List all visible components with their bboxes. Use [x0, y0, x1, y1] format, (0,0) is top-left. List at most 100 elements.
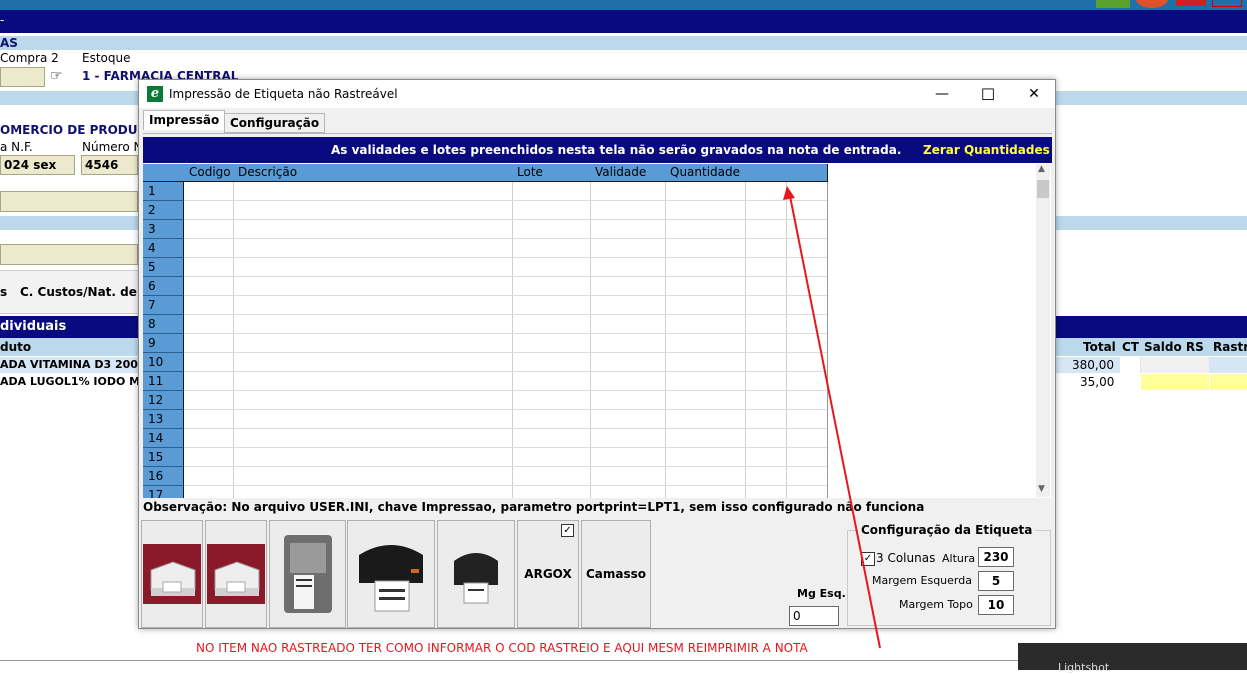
- section-band-1: AS: [0, 36, 1247, 50]
- col-lote: Lote: [512, 164, 591, 182]
- wide-field-1[interactable]: [0, 191, 138, 212]
- ct-cell[interactable]: [1120, 357, 1140, 373]
- grid-row-line: [184, 219, 827, 220]
- produto-cell: ADA LUGOL1% IODO MET: [0, 375, 156, 388]
- date-field[interactable]: 024 sex: [0, 155, 75, 175]
- app-top-strip: [0, 0, 1247, 10]
- row-number[interactable]: 16: [143, 467, 184, 486]
- scroll-up-icon[interactable]: ▲: [1038, 164, 1045, 174]
- black-printer-small-button[interactable]: [437, 520, 515, 628]
- orange-circle-icon[interactable]: [1136, 0, 1168, 8]
- saldo-cell[interactable]: [1141, 357, 1209, 373]
- nf-label: a N.F.: [0, 140, 33, 154]
- lightshot-label: Lightshot: [1058, 661, 1110, 674]
- col-extra-2: [786, 164, 828, 182]
- row-number[interactable]: 12: [143, 391, 184, 410]
- labels-grid: Codigo Descrição Lote Validade Quantidad…: [143, 163, 1051, 498]
- grid-line: [786, 182, 787, 498]
- row-number[interactable]: 1: [143, 182, 184, 201]
- grid-row-line: [184, 466, 827, 467]
- red-flags-icon[interactable]: [1176, 0, 1206, 6]
- lightshot-notification[interactable]: Lightshot: [1018, 643, 1247, 674]
- col-validade: Validade: [590, 164, 666, 182]
- close-button[interactable]: ✕: [1011, 80, 1057, 108]
- col-descricao: Descrição: [233, 164, 513, 182]
- tab-prefix[interactable]: s: [0, 285, 7, 299]
- margem-esquerda-label: Margem Esquerda: [872, 574, 972, 587]
- row-number[interactable]: 10: [143, 353, 184, 372]
- zebra-printer-button-2[interactable]: [205, 520, 267, 628]
- tab-custos[interactable]: C. Custos/Nat. de: [20, 285, 137, 299]
- black-label-printer-icon: [454, 553, 498, 604]
- cart-icon[interactable]: [1212, 0, 1242, 7]
- zebra-printer-button-1[interactable]: [141, 520, 203, 628]
- grid-row-line: [184, 257, 827, 258]
- industrial-printer-button[interactable]: [269, 520, 346, 628]
- row-number[interactable]: 14: [143, 429, 184, 448]
- numero-field[interactable]: 4546: [81, 155, 138, 175]
- grid-row-line: [184, 295, 827, 296]
- row-number[interactable]: 8: [143, 315, 184, 334]
- row-number[interactable]: 15: [143, 448, 184, 467]
- row-number[interactable]: 2: [143, 201, 184, 220]
- row-number[interactable]: 6: [143, 277, 184, 296]
- minimize-button[interactable]: —: [919, 80, 965, 108]
- argox-checkbox[interactable]: ✓: [561, 524, 574, 537]
- argox-button[interactable]: ✓ ARGOX: [517, 520, 579, 628]
- title-bar[interactable]: e Impressão de Etiqueta não Rastreável —…: [139, 80, 1055, 108]
- tab-impressao[interactable]: Impressão: [143, 110, 226, 130]
- saldo-header: Saldo RS: [1144, 340, 1204, 354]
- row-number[interactable]: 11: [143, 372, 184, 391]
- altura-input[interactable]: 230: [978, 547, 1014, 567]
- vertical-scrollbar[interactable]: ▲ ▼: [1036, 164, 1050, 497]
- col-extra-1: [745, 164, 787, 182]
- observacao-note: Observação: No arquivo USER.INI, chave I…: [143, 500, 925, 514]
- row-number[interactable]: 5: [143, 258, 184, 277]
- green-status-icon[interactable]: [1096, 0, 1130, 8]
- grid-row-line: [184, 409, 827, 410]
- camasso-button[interactable]: Camasso: [581, 520, 651, 628]
- config-title: Configuração da Etiqueta: [858, 523, 1036, 537]
- mg-esq-input[interactable]: 0: [789, 606, 839, 626]
- margem-topo-input[interactable]: 10: [978, 595, 1014, 615]
- grid-line: [827, 182, 828, 498]
- grid-line: [590, 182, 591, 498]
- grid-row-line: [184, 371, 827, 372]
- tab-configuracao[interactable]: Configuração: [224, 113, 326, 133]
- zerar-quantidades-button[interactable]: Zerar Quantidades: [923, 143, 1050, 157]
- grid-row-line: [184, 428, 827, 429]
- pointing-hand-icon[interactable]: ☞: [50, 68, 63, 84]
- maximize-button[interactable]: ☐: [965, 80, 1011, 108]
- row-number[interactable]: 17: [143, 486, 184, 498]
- black-label-printer-icon: [359, 545, 423, 612]
- tres-colunas-checkbox[interactable]: ✓: [861, 552, 875, 566]
- row-number[interactable]: 4: [143, 239, 184, 258]
- scroll-thumb[interactable]: [1037, 180, 1049, 198]
- warning-banner: As validades e lotes preenchidos nesta t…: [143, 137, 1052, 163]
- grid-line: [665, 182, 666, 498]
- black-printer-large-button[interactable]: [347, 520, 435, 628]
- ct-header: CT: [1122, 340, 1139, 354]
- compra-field[interactable]: [0, 67, 45, 87]
- grid-line: [745, 182, 746, 498]
- grid-line: [512, 182, 513, 498]
- label-print-dialog: e Impressão de Etiqueta não Rastreável —…: [138, 79, 1056, 629]
- margem-topo-label: Margem Topo: [899, 598, 973, 611]
- grid-row-line: [184, 447, 827, 448]
- app-navbar: -: [0, 10, 1247, 33]
- produto-header: duto: [0, 340, 32, 354]
- row-number[interactable]: 13: [143, 410, 184, 429]
- row-number[interactable]: 3: [143, 220, 184, 239]
- mg-esq-label: Mg Esq.: [797, 587, 846, 600]
- saldo-cell[interactable]: [1141, 374, 1209, 390]
- rastr-cell[interactable]: [1210, 374, 1247, 390]
- margem-esquerda-input[interactable]: 5: [978, 571, 1014, 591]
- row-number[interactable]: 9: [143, 334, 184, 353]
- app-icon: e: [147, 86, 163, 102]
- grid-row-line: [184, 485, 827, 486]
- col-quantidade: Quantidade: [665, 164, 746, 182]
- scroll-down-icon[interactable]: ▼: [1038, 484, 1045, 494]
- wide-field-2[interactable]: [0, 244, 138, 265]
- nav-chevron[interactable]: -: [0, 13, 4, 27]
- row-number[interactable]: 7: [143, 296, 184, 315]
